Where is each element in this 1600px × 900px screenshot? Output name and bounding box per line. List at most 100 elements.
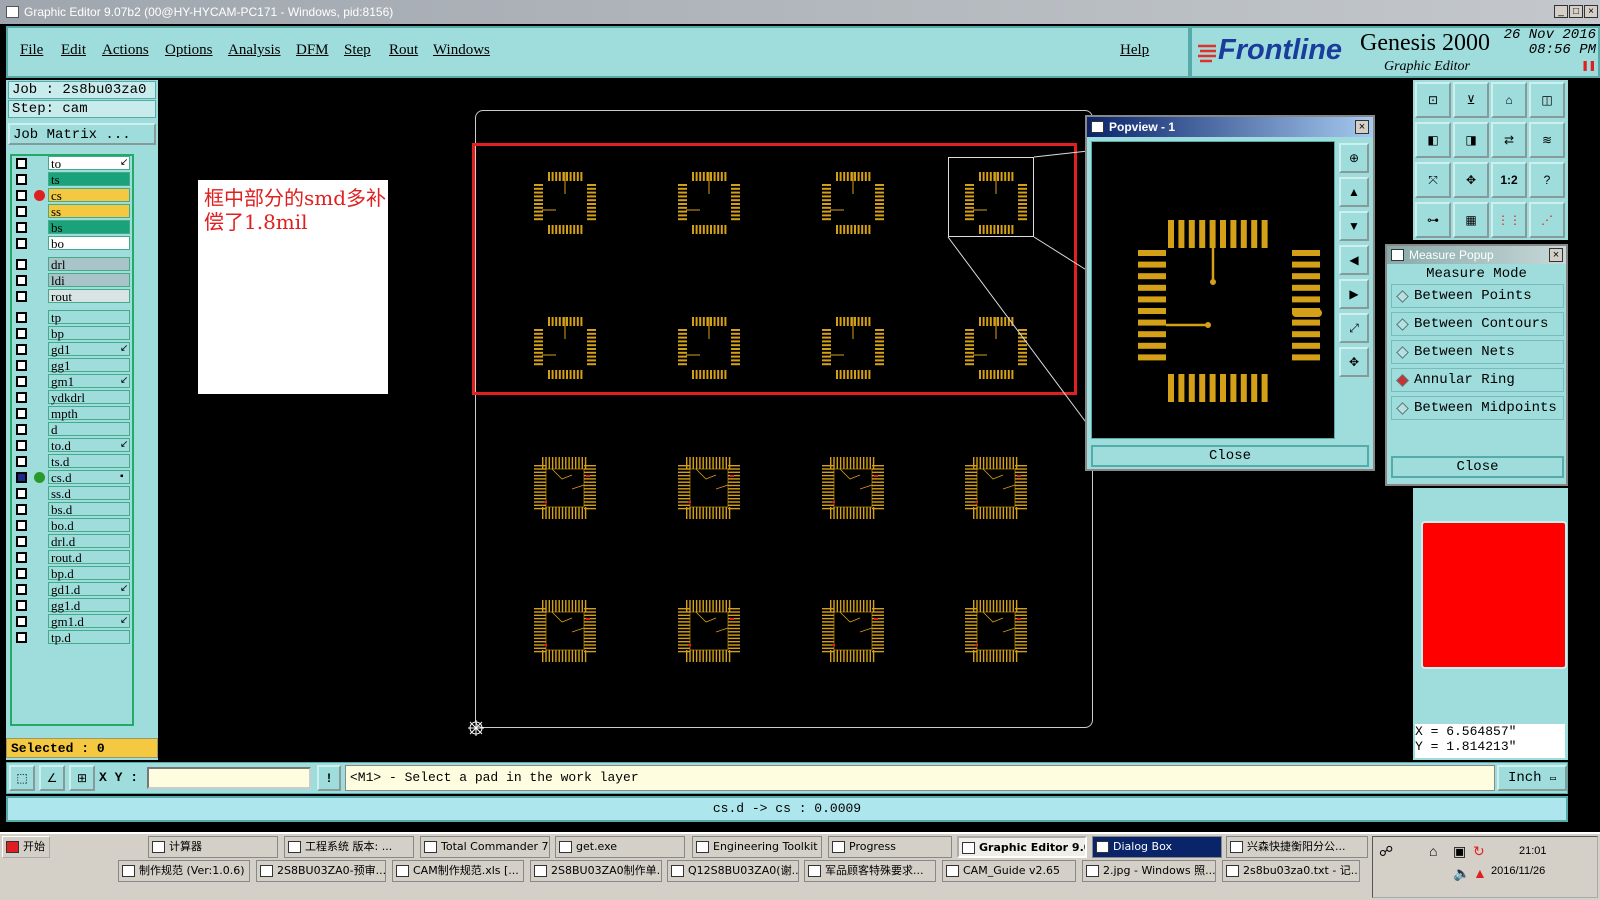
smd-component[interactable] xyxy=(676,598,742,664)
clock-date[interactable]: 2016/11/26 xyxy=(1491,865,1545,877)
maximize-button[interactable]: □ xyxy=(1569,5,1583,18)
layer-checkbox[interactable] xyxy=(16,616,27,627)
zoom-home-icon[interactable]: ⊡ xyxy=(1415,82,1451,118)
layer-checkbox[interactable] xyxy=(16,360,27,371)
layer-checkbox[interactable] xyxy=(16,440,27,451)
taskbar-item[interactable]: Graphic Editor 9.0... xyxy=(957,836,1087,858)
smd-component[interactable] xyxy=(532,455,598,521)
taskbar-item[interactable]: 军品顾客特殊要求... xyxy=(804,860,936,882)
taskbar-item[interactable]: get.exe xyxy=(555,836,685,858)
xy-input[interactable] xyxy=(147,767,311,789)
taskbar-item[interactable]: Dialog Box xyxy=(1092,836,1222,858)
taskbar-item[interactable]: 制作规范 (Ver:1.0.6) xyxy=(118,860,250,882)
mode-between-points[interactable]: Between Points xyxy=(1391,284,1564,308)
taskbar-item[interactable]: 2S8BU03ZA0制作单... xyxy=(530,860,662,882)
smd-component[interactable] xyxy=(963,598,1029,664)
layer-name[interactable]: ts xyxy=(48,172,130,187)
taskbar-item[interactable]: Total Commander 7... xyxy=(420,836,550,858)
layer-row-gg1[interactable]: gg1 xyxy=(12,358,132,373)
mode-between-nets[interactable]: Between Nets xyxy=(1391,340,1564,364)
layer-name[interactable]: tp.d xyxy=(48,630,130,645)
taskbar-item[interactable]: 工程系统 版本: ... xyxy=(284,836,414,858)
home-icon[interactable]: ⌂ xyxy=(1491,82,1527,118)
layer-row-bo-d[interactable]: bo.d xyxy=(12,518,132,533)
layer-name[interactable]: gd1.d xyxy=(48,582,130,597)
display-icon[interactable]: ▣ xyxy=(1453,843,1466,860)
layer-name[interactable]: drl.d xyxy=(48,534,130,549)
taskbar-item[interactable]: Q12S8BU03ZA0(谢... xyxy=(667,860,799,882)
layer-checkbox[interactable] xyxy=(16,190,27,201)
popview-pan-left-icon[interactable]: ◀ xyxy=(1339,245,1369,275)
layer-checkbox[interactable] xyxy=(16,238,27,249)
layer-row-ss[interactable]: ss xyxy=(12,204,132,219)
menu-rout[interactable]: Rout xyxy=(389,42,418,59)
layer-name[interactable]: drl xyxy=(48,257,130,272)
layer-name[interactable]: bs xyxy=(48,220,130,235)
layer-checkbox[interactable] xyxy=(16,552,27,563)
layer-name[interactable]: cs.d xyxy=(48,470,130,485)
help-icon[interactable]: ? xyxy=(1529,162,1565,198)
alert-icon[interactable]: ! xyxy=(317,765,341,791)
job-matrix-button[interactable]: Job Matrix ... xyxy=(8,123,156,145)
zoom-down-icon[interactable]: ⊻ xyxy=(1453,82,1489,118)
grid-snap-icon[interactable]: ⊞ xyxy=(69,765,95,791)
layer-row-ss-d[interactable]: ss.d xyxy=(12,486,132,501)
layer-name[interactable]: to xyxy=(48,156,130,171)
menu-options[interactable]: Options xyxy=(165,42,213,59)
mode-between-midpoints[interactable]: Between Midpoints xyxy=(1391,396,1564,420)
layer-checkbox[interactable] xyxy=(16,376,27,387)
layer-checkbox[interactable] xyxy=(16,600,27,611)
layer-checkbox[interactable] xyxy=(16,344,27,355)
layer-row-ldi[interactable]: ldi xyxy=(12,273,132,288)
scale-1-2-icon[interactable]: 1:2 xyxy=(1491,162,1527,198)
measure-close-x[interactable]: × xyxy=(1549,248,1563,262)
smd-component[interactable] xyxy=(532,598,598,664)
layer-checkbox[interactable] xyxy=(16,291,27,302)
menu-windows[interactable]: Windows xyxy=(433,42,490,59)
layer-name[interactable]: bo.d xyxy=(48,518,130,533)
layer-checkbox[interactable] xyxy=(16,424,27,435)
taskbar-item[interactable]: Engineering Toolkit ... xyxy=(692,836,822,858)
layer-name[interactable]: gg1.d xyxy=(48,598,130,613)
layer-name[interactable]: bp.d xyxy=(48,566,130,581)
layer-name[interactable]: ldi xyxy=(48,273,130,288)
net-icon[interactable]: ⋮⋮ xyxy=(1491,202,1527,238)
layer-row-rout-d[interactable]: rout.d xyxy=(12,550,132,565)
pan-both-icon[interactable]: ⇄ xyxy=(1491,122,1527,158)
layer-row-ts[interactable]: ts xyxy=(12,172,132,187)
layer-name[interactable]: gg1 xyxy=(48,358,130,373)
layer-checkbox[interactable] xyxy=(16,536,27,547)
layer-checkbox[interactable] xyxy=(16,456,27,467)
layer-row-to-d[interactable]: to.d ↙ xyxy=(12,438,132,453)
layer-row-cs[interactable]: cs xyxy=(12,188,132,203)
popview-fit-icon[interactable]: ⤢ xyxy=(1339,313,1369,343)
layer-row-bo[interactable]: bo xyxy=(12,236,132,251)
layer-row-mpth[interactable]: mpth xyxy=(12,406,132,421)
taskbar-item[interactable]: 兴森快捷衡阳分公... xyxy=(1226,836,1368,858)
layer-checkbox[interactable] xyxy=(16,158,27,169)
layer-checkbox[interactable] xyxy=(16,520,27,531)
select-mode-icon[interactable]: ⬚ xyxy=(9,765,35,791)
layer-checkbox[interactable] xyxy=(16,312,27,323)
smd-component[interactable] xyxy=(820,598,886,664)
measure-close-button[interactable]: Close xyxy=(1391,456,1564,478)
popview-center-icon[interactable]: ✥ xyxy=(1339,347,1369,377)
window-zoom-icon[interactable]: ◫ xyxy=(1529,82,1565,118)
network-status-icon[interactable]: ▲ xyxy=(1473,865,1487,881)
layer-checkbox[interactable] xyxy=(16,222,27,233)
layer-name[interactable]: rout xyxy=(48,289,130,304)
popview-zoom-in-icon[interactable]: ⊕ xyxy=(1339,143,1369,173)
taskbar-item[interactable]: 计算器 xyxy=(148,836,278,858)
menu-actions[interactable]: Actions xyxy=(102,42,149,59)
layer-row-rout[interactable]: rout xyxy=(12,289,132,304)
minimize-button[interactable]: _ xyxy=(1554,5,1568,18)
taskbar-item[interactable]: CAM制作规范.xls [... xyxy=(392,860,524,882)
grid-icon[interactable]: ▦ xyxy=(1453,202,1489,238)
taskbar-item[interactable]: 2S8BU03ZA0-预审... xyxy=(256,860,386,882)
layer-checkbox[interactable] xyxy=(16,206,27,217)
start-button[interactable]: 开始 xyxy=(2,836,50,858)
snap-icon[interactable]: ≋ xyxy=(1529,122,1565,158)
layer-name[interactable]: gm1 xyxy=(48,374,130,389)
layer-name[interactable]: rout.d xyxy=(48,550,130,565)
layer-name[interactable]: gd1 xyxy=(48,342,130,357)
